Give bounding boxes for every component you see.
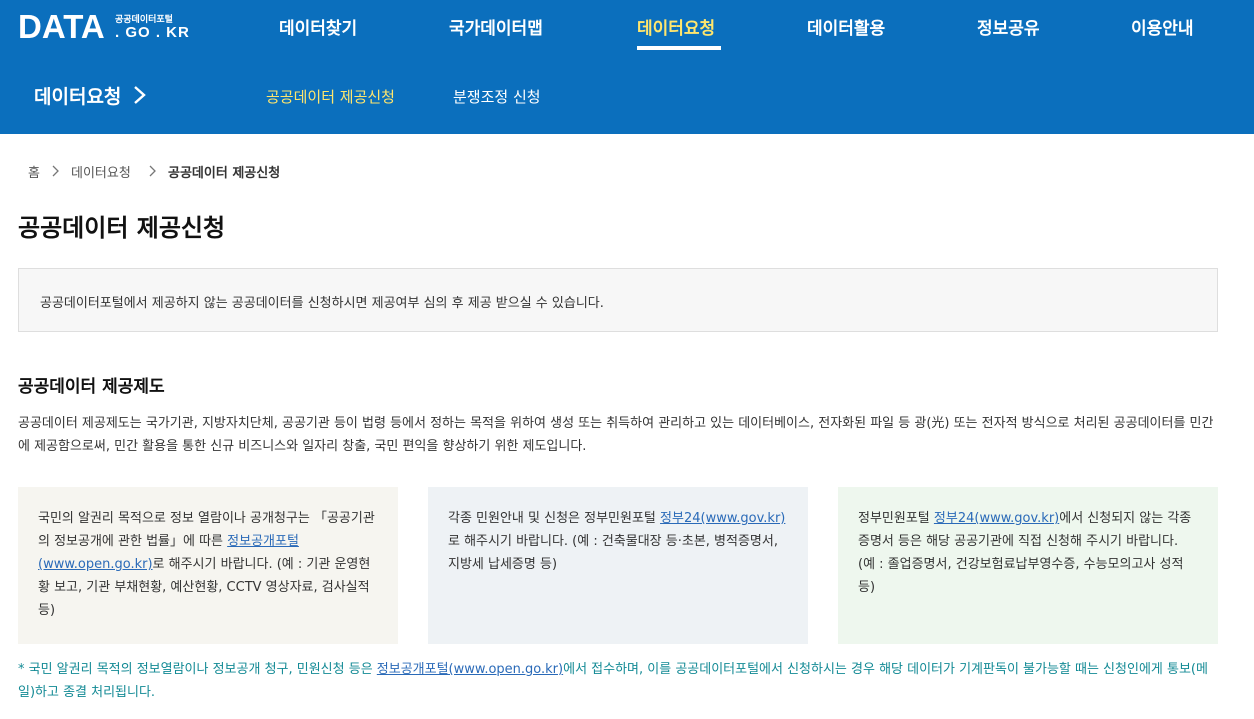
info-box-text: 국민의 알권리 목적으로 정보 열람이나 공개청구는 「공공기관의 정보공개에 … xyxy=(38,511,375,549)
section-description: 공공데이터 제공제도는 국가기관, 지방자치단체, 공공기관 등이 법령 등에서… xyxy=(18,416,1214,454)
link-gov-kr[interactable]: 정부24(www.gov.kr) xyxy=(934,511,1059,526)
notice-text: 공공데이터포털에서 제공하지 않는 공공데이터를 신청하시면 제공여부 심의 후… xyxy=(40,296,604,311)
nav-item-data-request[interactable]: 데이터요청 xyxy=(637,14,715,39)
notice-box: 공공데이터포털에서 제공하지 않는 공공데이터를 신청하시면 제공여부 심의 후… xyxy=(18,268,1218,332)
chevron-right-icon xyxy=(52,165,59,177)
page-title: 공공데이터 제공신청 xyxy=(18,214,226,242)
info-box-text: 정부민원포털 xyxy=(858,511,934,526)
section-title: 공공데이터 제공제도 xyxy=(18,377,165,397)
subnav-title[interactable]: 데이터요청 xyxy=(34,82,121,109)
chevron-right-icon xyxy=(149,165,156,177)
breadcrumb-item-data-request[interactable]: 데이터요청 xyxy=(71,162,131,181)
breadcrumb-item-current: 공공데이터 제공신청 xyxy=(168,166,281,181)
info-box-text: 로 해주시기 바랍니다. (예 : 건축물대장 등·초본, 병적증명서, 지방세… xyxy=(448,534,778,572)
top-header: DATA 공공데이터포털 . GO . KR 데이터찾기 국가데이터맵 데이터요… xyxy=(0,0,1254,134)
link-gov-kr[interactable]: 정부24(www.gov.kr) xyxy=(660,511,785,526)
info-box-example: (예 : 졸업증명서, 건강보험료납부영수증, 수능모의고사 성적 등) xyxy=(858,557,1184,595)
footnote-text: * 국민 알권리 목적의 정보열람이나 정보공개 청구, 민원신청 등은 xyxy=(18,662,377,677)
link-open-go-kr[interactable]: 정보공개포털(www.open.go.kr) xyxy=(377,662,563,677)
nav-item-data-search[interactable]: 데이터찾기 xyxy=(279,14,357,39)
info-box-certificates: 정부민원포털 정부24(www.gov.kr)에서 신청되지 않는 각종 증명서… xyxy=(838,487,1218,644)
info-box-civil-service: 각종 민원안내 및 신청은 정부민원포털 정부24(www.gov.kr) 로 해… xyxy=(428,487,808,644)
chevron-right-icon xyxy=(134,86,146,104)
nav-item-data-use[interactable]: 데이터활용 xyxy=(807,14,885,39)
main-nav: 데이터찾기 국가데이터맵 데이터요청 데이터활용 정보공유 이용안내 xyxy=(0,0,1254,52)
subnav-link-dispute-mediation[interactable]: 분쟁조정 신청 xyxy=(453,86,541,107)
footnote: * 국민 알권리 목적의 정보열람이나 정보공개 청구, 민원신청 등은 정보공… xyxy=(18,658,1218,704)
info-box-info-disclosure: 국민의 알권리 목적으로 정보 열람이나 공개청구는 「공공기관의 정보공개에 … xyxy=(18,487,398,644)
breadcrumb-home[interactable]: 홈 xyxy=(28,162,40,181)
info-box-text: 각종 민원안내 및 신청은 정부민원포털 xyxy=(448,511,661,526)
active-nav-underline xyxy=(637,46,721,50)
nav-item-info-share[interactable]: 정보공유 xyxy=(977,14,1040,39)
subnav-link-provision-request[interactable]: 공공데이터 제공신청 xyxy=(266,86,395,107)
nav-item-national-data-map[interactable]: 국가데이터맵 xyxy=(449,14,543,39)
nav-item-guide[interactable]: 이용안내 xyxy=(1131,14,1194,39)
